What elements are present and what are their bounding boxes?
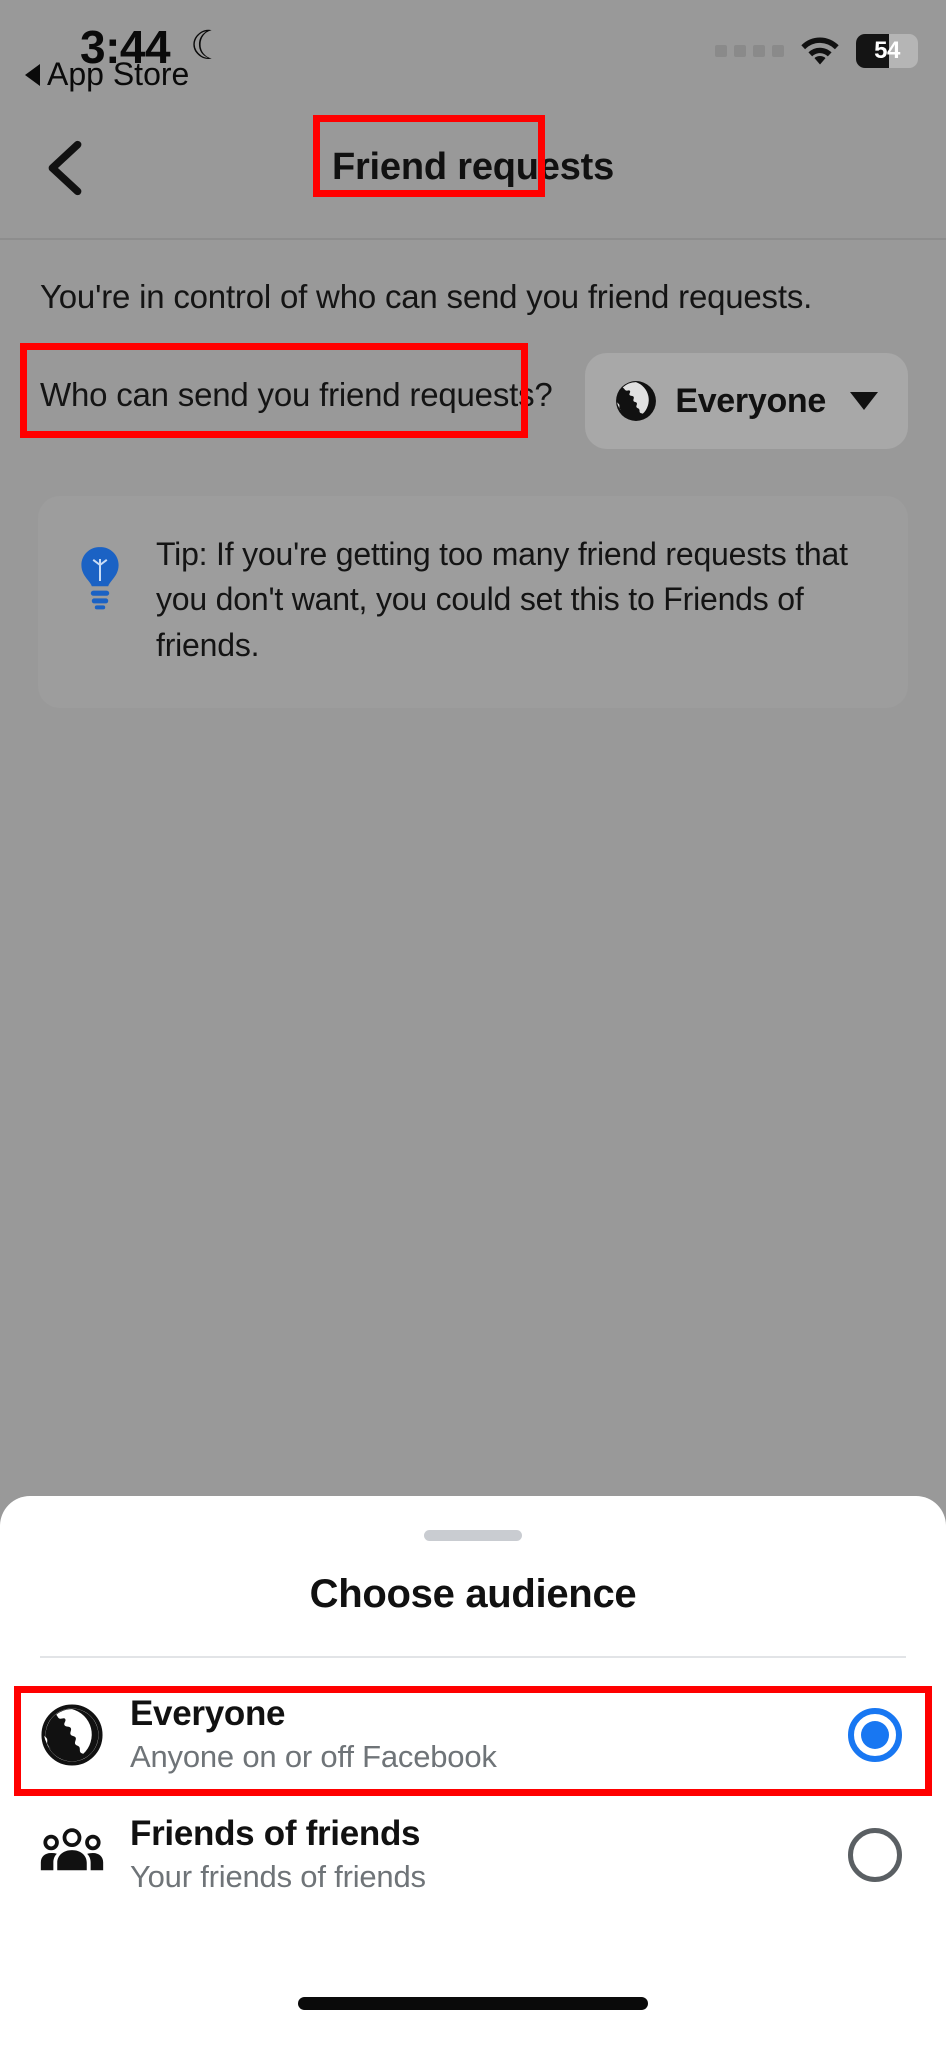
intro-text: You're in control of who can send you fr… xyxy=(40,278,813,315)
option-title: Everyone xyxy=(130,1693,286,1733)
triangle-left-icon xyxy=(25,63,40,86)
navigation-bar: Friend requests xyxy=(0,95,946,240)
audience-selector-button[interactable]: Everyone xyxy=(585,353,908,449)
signal-dots-icon xyxy=(715,45,784,57)
radio-everyone-selected[interactable] xyxy=(848,1708,902,1762)
globe-icon xyxy=(41,1704,103,1766)
crescent-moon-icon: ☾ xyxy=(190,24,226,68)
option-title: Friends of friends xyxy=(130,1813,421,1853)
page-title: Friend requests xyxy=(331,146,615,188)
option-subtitle: Anyone on or off Facebook xyxy=(130,1739,497,1775)
battery-indicator: 54 xyxy=(856,34,918,68)
wifi-icon xyxy=(801,37,839,65)
option-subtitle: Your friends of friends xyxy=(130,1859,426,1895)
audience-setting-row: Who can send you friend requests? Everyo… xyxy=(0,348,946,458)
status-right-cluster: 54 xyxy=(715,34,918,68)
option-text-wrap: Everyone Anyone on or off Facebook xyxy=(130,1693,848,1778)
chevron-down-icon xyxy=(850,392,878,410)
option-text-wrap: Friends of friends Your friends of frien… xyxy=(130,1813,848,1898)
audience-question-label: Who can send you friend requests? xyxy=(40,376,553,413)
tip-banner: Tip: If you're getting too many friend r… xyxy=(38,496,908,709)
lightbulb-icon xyxy=(81,547,119,610)
sheet-drag-handle[interactable] xyxy=(424,1530,522,1541)
audience-selector-value: Everyone xyxy=(675,381,826,420)
home-indicator xyxy=(298,1997,648,2010)
back-to-app-store-link[interactable]: App Store xyxy=(25,56,189,93)
radio-friends-of-friends-unselected[interactable] xyxy=(848,1828,902,1882)
sheet-divider xyxy=(40,1656,906,1658)
battery-level-label: 54 xyxy=(874,37,900,64)
tip-text: Tip: If you're getting too many friend r… xyxy=(156,536,848,663)
choose-audience-sheet: Choose audience Everyone Anyone on or of… xyxy=(0,1496,946,2048)
phone-screen: 3:44 ☾ 54 App Store Friend requests You'… xyxy=(0,0,946,2048)
sheet-title: Choose audience xyxy=(309,1572,637,1616)
audience-option-friends-of-friends[interactable]: Friends of friends Your friends of frien… xyxy=(0,1796,946,1914)
globe-icon xyxy=(616,381,657,421)
audience-option-everyone[interactable]: Everyone Anyone on or off Facebook xyxy=(0,1676,946,1794)
people-group-icon xyxy=(40,1828,104,1871)
option-icon-wrap xyxy=(36,1827,108,1883)
option-icon-wrap xyxy=(36,1704,108,1766)
back-app-label: App Store xyxy=(47,56,190,92)
